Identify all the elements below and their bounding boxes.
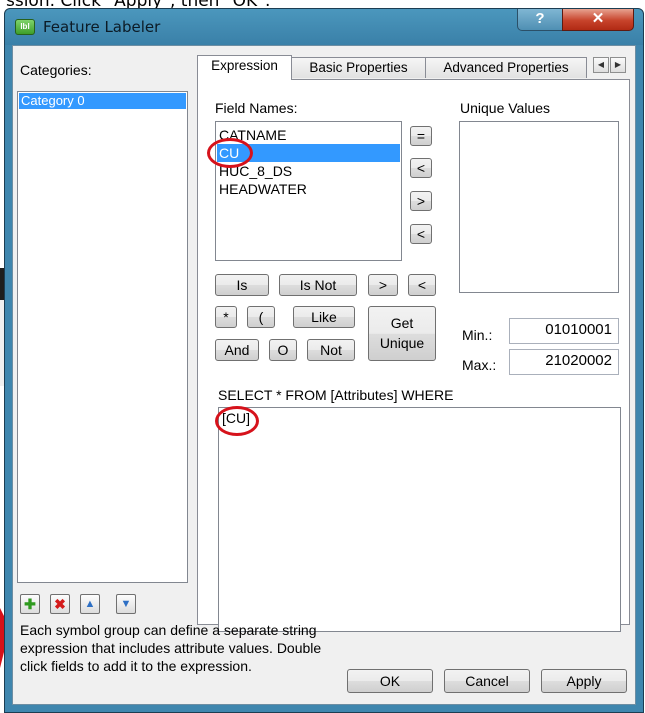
help-button[interactable]: ?: [517, 9, 563, 31]
not-button[interactable]: Not: [307, 339, 355, 361]
cancel-button[interactable]: Cancel: [444, 669, 530, 693]
expression-tab-panel: Field Names: CATNAME CU HUC_8_DS HEADWAT…: [197, 79, 630, 632]
unique-values-list[interactable]: [459, 121, 619, 293]
tab-scroll-left-icon[interactable]: ◀: [593, 57, 609, 73]
and-button[interactable]: And: [215, 339, 259, 361]
expression-editor[interactable]: [CU]: [218, 407, 621, 632]
operator-less-button-2[interactable]: <: [410, 224, 432, 244]
categories-label: Categories:: [20, 62, 92, 78]
select-statement-label: SELECT * FROM [Attributes] WHERE: [218, 387, 454, 403]
window-title: Feature Labeler: [43, 18, 161, 36]
remove-icon[interactable]: ✖: [50, 594, 70, 614]
tab-expression[interactable]: Expression: [197, 55, 292, 80]
annotation-circle-field: [207, 138, 253, 168]
tab-scroll-right-icon[interactable]: ▶: [610, 57, 626, 73]
move-up-icon[interactable]: ▲: [80, 594, 100, 614]
category-item[interactable]: Category 0: [19, 93, 186, 109]
ok-button[interactable]: OK: [347, 669, 433, 693]
unique-values-label: Unique Values: [460, 100, 551, 116]
max-label: Max.:: [462, 357, 497, 373]
title-bar[interactable]: lbl Feature Labeler ? ✕: [5, 9, 643, 45]
greater-than-button[interactable]: >: [368, 274, 398, 296]
feature-labeler-app-icon: lbl: [15, 19, 35, 35]
is-button[interactable]: Is: [215, 274, 269, 296]
move-down-icon[interactable]: ▼: [116, 594, 136, 614]
field-item-headwater[interactable]: HEADWATER: [217, 180, 400, 198]
is-not-button[interactable]: Is Not: [279, 274, 357, 296]
open-paren-button[interactable]: (: [247, 306, 275, 328]
operator-equals-button[interactable]: =: [410, 126, 432, 146]
categories-list[interactable]: Category 0: [17, 91, 188, 583]
less-than-button[interactable]: <: [408, 274, 436, 296]
get-unique-button[interactable]: Get Unique: [368, 306, 436, 361]
wildcard-button[interactable]: *: [215, 306, 237, 328]
feature-labeler-window: lbl Feature Labeler ? ✕ Categories: Cate…: [4, 8, 644, 713]
apply-button[interactable]: Apply: [541, 669, 627, 693]
field-names-label: Field Names:: [215, 100, 298, 116]
tab-advanced-properties[interactable]: Advanced Properties: [425, 57, 587, 78]
like-button[interactable]: Like: [293, 306, 355, 328]
tab-basic-properties[interactable]: Basic Properties: [291, 57, 426, 78]
close-button[interactable]: ✕: [562, 9, 634, 31]
add-icon[interactable]: ✚: [20, 594, 40, 614]
dialog-client-area: Categories: Category 0 ✚ ✖ ▲ ▼ Expressio…: [12, 45, 636, 705]
or-button[interactable]: O: [269, 339, 297, 361]
min-label: Min.:: [462, 327, 493, 343]
operator-greater-button[interactable]: >: [410, 191, 432, 211]
field-item-huc-8-ds[interactable]: HUC_8_DS: [217, 162, 400, 180]
min-value-field[interactable]: 01010001: [509, 318, 619, 344]
max-value-field[interactable]: 21020002: [509, 349, 619, 375]
operator-less-button[interactable]: <: [410, 158, 432, 178]
help-text: Each symbol group can define a separate …: [20, 622, 322, 674]
annotation-circle-expression: [215, 406, 259, 436]
